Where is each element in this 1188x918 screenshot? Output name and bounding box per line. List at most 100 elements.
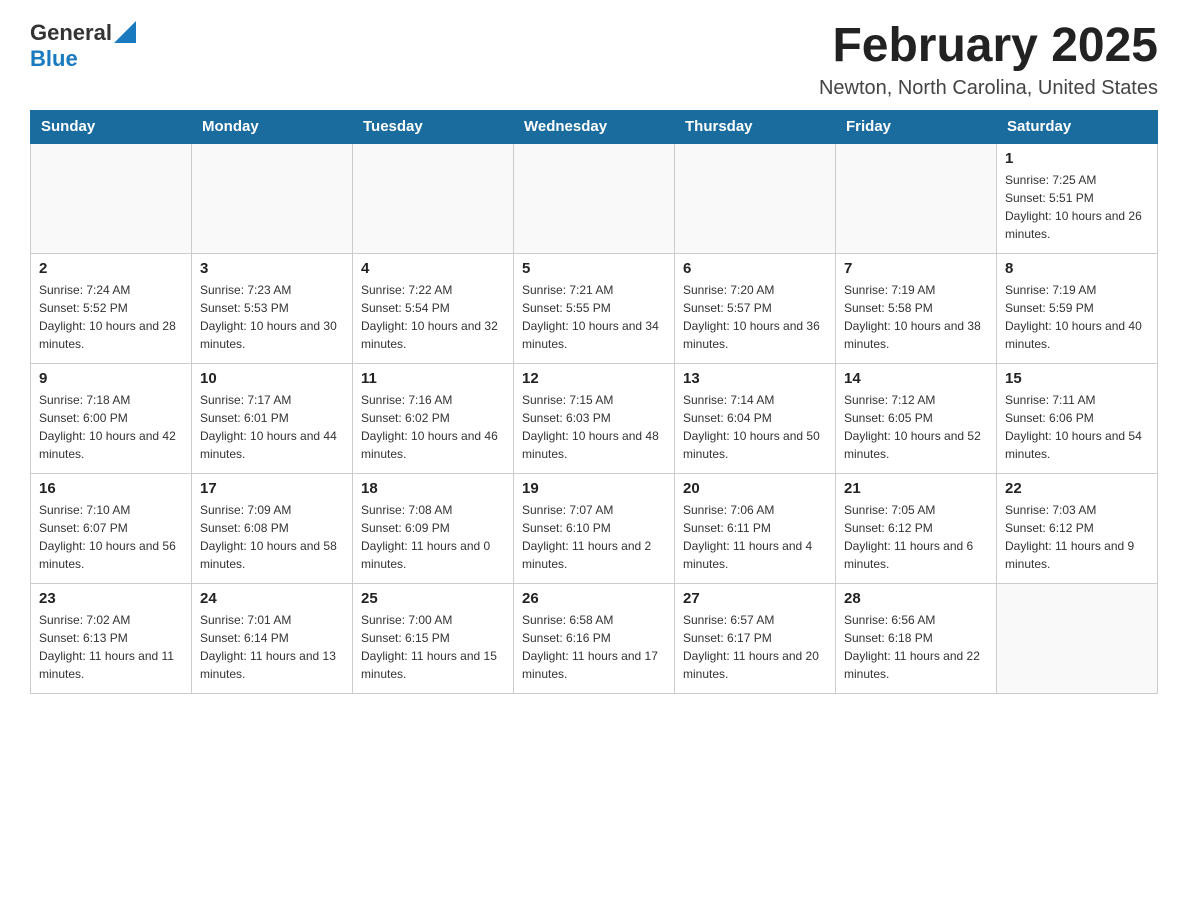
day-info: Sunrise: 6:57 AM Sunset: 6:17 PM Dayligh… <box>683 611 827 683</box>
calendar-cell: 11 Sunrise: 7:16 AM Sunset: 6:02 PM Dayli… <box>353 363 514 473</box>
weekday-header-thursday: Thursday <box>675 110 836 144</box>
calendar-cell <box>997 583 1158 693</box>
day-number: 6 <box>683 260 827 277</box>
day-info: Sunrise: 7:17 AM Sunset: 6:01 PM Dayligh… <box>200 391 344 463</box>
day-info: Sunrise: 6:58 AM Sunset: 6:16 PM Dayligh… <box>522 611 666 683</box>
calendar-cell: 27 Sunrise: 6:57 AM Sunset: 6:17 PM Dayli… <box>675 583 836 693</box>
day-info: Sunrise: 7:00 AM Sunset: 6:15 PM Dayligh… <box>361 611 505 683</box>
calendar-cell: 14Sunrise: 7:12 AM Sunset: 6:05 PM Dayli… <box>836 363 997 473</box>
calendar-cell: 21 Sunrise: 7:05 AM Sunset: 6:12 PM Dayli… <box>836 473 997 583</box>
day-number: 21 <box>844 480 988 497</box>
day-number: 7 <box>844 260 988 277</box>
day-info: Sunrise: 7:18 AM Sunset: 6:00 PM Dayligh… <box>39 391 183 463</box>
day-info: Sunrise: 6:56 AM Sunset: 6:18 PM Dayligh… <box>844 611 988 683</box>
day-info: Sunrise: 7:05 AM Sunset: 6:12 PM Dayligh… <box>844 501 988 573</box>
calendar-cell: 5 Sunrise: 7:21 AM Sunset: 5:55 PM Daylig… <box>514 253 675 363</box>
calendar-cell: 9 Sunrise: 7:18 AM Sunset: 6:00 PM Daylig… <box>31 363 192 473</box>
calendar-cell <box>836 143 997 253</box>
calendar-table: SundayMondayTuesdayWednesdayThursdayFrid… <box>30 110 1158 694</box>
day-number: 12 <box>522 370 666 387</box>
calendar-cell: 6 Sunrise: 7:20 AM Sunset: 5:57 PM Daylig… <box>675 253 836 363</box>
calendar-cell: 20Sunrise: 7:06 AM Sunset: 6:11 PM Dayli… <box>675 473 836 583</box>
day-number: 17 <box>200 480 344 497</box>
calendar-cell <box>675 143 836 253</box>
day-number: 18 <box>361 480 505 497</box>
calendar-cell <box>353 143 514 253</box>
day-info: Sunrise: 7:21 AM Sunset: 5:55 PM Dayligh… <box>522 281 666 353</box>
weekday-header-saturday: Saturday <box>997 110 1158 144</box>
weekday-header-row: SundayMondayTuesdayWednesdayThursdayFrid… <box>31 110 1158 144</box>
calendar-cell: 7Sunrise: 7:19 AM Sunset: 5:58 PM Daylig… <box>836 253 997 363</box>
day-number: 15 <box>1005 370 1149 387</box>
calendar-cell: 1 Sunrise: 7:25 AM Sunset: 5:51 PM Daylig… <box>997 143 1158 253</box>
day-number: 1 <box>1005 150 1149 167</box>
calendar-cell: 2 Sunrise: 7:24 AM Sunset: 5:52 PM Daylig… <box>31 253 192 363</box>
calendar-cell: 12 Sunrise: 7:15 AM Sunset: 6:03 PM Dayli… <box>514 363 675 473</box>
day-number: 8 <box>1005 260 1149 277</box>
weekday-header-wednesday: Wednesday <box>514 110 675 144</box>
day-info: Sunrise: 7:03 AM Sunset: 6:12 PM Dayligh… <box>1005 501 1149 573</box>
calendar-cell: 15 Sunrise: 7:11 AM Sunset: 6:06 PM Dayli… <box>997 363 1158 473</box>
day-info: Sunrise: 7:16 AM Sunset: 6:02 PM Dayligh… <box>361 391 505 463</box>
calendar-cell <box>192 143 353 253</box>
day-number: 23 <box>39 590 183 607</box>
calendar-cell: 22Sunrise: 7:03 AM Sunset: 6:12 PM Dayli… <box>997 473 1158 583</box>
weekday-header-tuesday: Tuesday <box>353 110 514 144</box>
weekday-header-friday: Friday <box>836 110 997 144</box>
day-info: Sunrise: 7:08 AM Sunset: 6:09 PM Dayligh… <box>361 501 505 573</box>
logo-blue-text: Blue <box>30 46 78 72</box>
day-number: 13 <box>683 370 827 387</box>
day-number: 10 <box>200 370 344 387</box>
day-number: 26 <box>522 590 666 607</box>
day-info: Sunrise: 7:07 AM Sunset: 6:10 PM Dayligh… <box>522 501 666 573</box>
calendar-cell: 10 Sunrise: 7:17 AM Sunset: 6:01 PM Dayli… <box>192 363 353 473</box>
day-info: Sunrise: 7:24 AM Sunset: 5:52 PM Dayligh… <box>39 281 183 353</box>
calendar-cell: 28 Sunrise: 6:56 AM Sunset: 6:18 PM Dayli… <box>836 583 997 693</box>
calendar-cell: 17 Sunrise: 7:09 AM Sunset: 6:08 PM Dayli… <box>192 473 353 583</box>
day-number: 28 <box>844 590 988 607</box>
calendar-cell <box>514 143 675 253</box>
calendar-cell: 3 Sunrise: 7:23 AM Sunset: 5:53 PM Daylig… <box>192 253 353 363</box>
calendar-cell: 25 Sunrise: 7:00 AM Sunset: 6:15 PM Dayli… <box>353 583 514 693</box>
title-section: February 2025 Newton, North Carolina, Un… <box>819 20 1158 100</box>
calendar-week-row: 16 Sunrise: 7:10 AM Sunset: 6:07 PM Dayli… <box>31 473 1158 583</box>
calendar-cell: 19Sunrise: 7:07 AM Sunset: 6:10 PM Dayli… <box>514 473 675 583</box>
calendar-cell: 23 Sunrise: 7:02 AM Sunset: 6:13 PM Dayli… <box>31 583 192 693</box>
calendar-cell: 8Sunrise: 7:19 AM Sunset: 5:59 PM Daylig… <box>997 253 1158 363</box>
day-info: Sunrise: 7:25 AM Sunset: 5:51 PM Dayligh… <box>1005 171 1149 243</box>
logo: General Blue <box>30 20 136 72</box>
calendar-week-row: 9 Sunrise: 7:18 AM Sunset: 6:00 PM Daylig… <box>31 363 1158 473</box>
day-info: Sunrise: 7:06 AM Sunset: 6:11 PM Dayligh… <box>683 501 827 573</box>
day-number: 9 <box>39 370 183 387</box>
calendar-cell: 24 Sunrise: 7:01 AM Sunset: 6:14 PM Dayli… <box>192 583 353 693</box>
day-number: 24 <box>200 590 344 607</box>
day-number: 3 <box>200 260 344 277</box>
day-info: Sunrise: 7:23 AM Sunset: 5:53 PM Dayligh… <box>200 281 344 353</box>
day-number: 4 <box>361 260 505 277</box>
day-info: Sunrise: 7:10 AM Sunset: 6:07 PM Dayligh… <box>39 501 183 573</box>
day-number: 27 <box>683 590 827 607</box>
day-number: 14 <box>844 370 988 387</box>
calendar-cell <box>31 143 192 253</box>
calendar-cell: 4 Sunrise: 7:22 AM Sunset: 5:54 PM Daylig… <box>353 253 514 363</box>
weekday-header-monday: Monday <box>192 110 353 144</box>
calendar-cell: 13Sunrise: 7:14 AM Sunset: 6:04 PM Dayli… <box>675 363 836 473</box>
day-info: Sunrise: 7:01 AM Sunset: 6:14 PM Dayligh… <box>200 611 344 683</box>
day-number: 25 <box>361 590 505 607</box>
logo-general-text: General <box>30 20 112 46</box>
day-info: Sunrise: 7:11 AM Sunset: 6:06 PM Dayligh… <box>1005 391 1149 463</box>
day-info: Sunrise: 7:02 AM Sunset: 6:13 PM Dayligh… <box>39 611 183 683</box>
day-info: Sunrise: 7:09 AM Sunset: 6:08 PM Dayligh… <box>200 501 344 573</box>
day-info: Sunrise: 7:15 AM Sunset: 6:03 PM Dayligh… <box>522 391 666 463</box>
calendar-cell: 16 Sunrise: 7:10 AM Sunset: 6:07 PM Dayli… <box>31 473 192 583</box>
day-info: Sunrise: 7:20 AM Sunset: 5:57 PM Dayligh… <box>683 281 827 353</box>
day-number: 2 <box>39 260 183 277</box>
day-number: 16 <box>39 480 183 497</box>
day-info: Sunrise: 7:22 AM Sunset: 5:54 PM Dayligh… <box>361 281 505 353</box>
location-title: Newton, North Carolina, United States <box>819 77 1158 100</box>
day-number: 11 <box>361 370 505 387</box>
day-number: 5 <box>522 260 666 277</box>
month-title: February 2025 <box>819 20 1158 73</box>
weekday-header-sunday: Sunday <box>31 110 192 144</box>
calendar-cell: 18 Sunrise: 7:08 AM Sunset: 6:09 PM Dayli… <box>353 473 514 583</box>
